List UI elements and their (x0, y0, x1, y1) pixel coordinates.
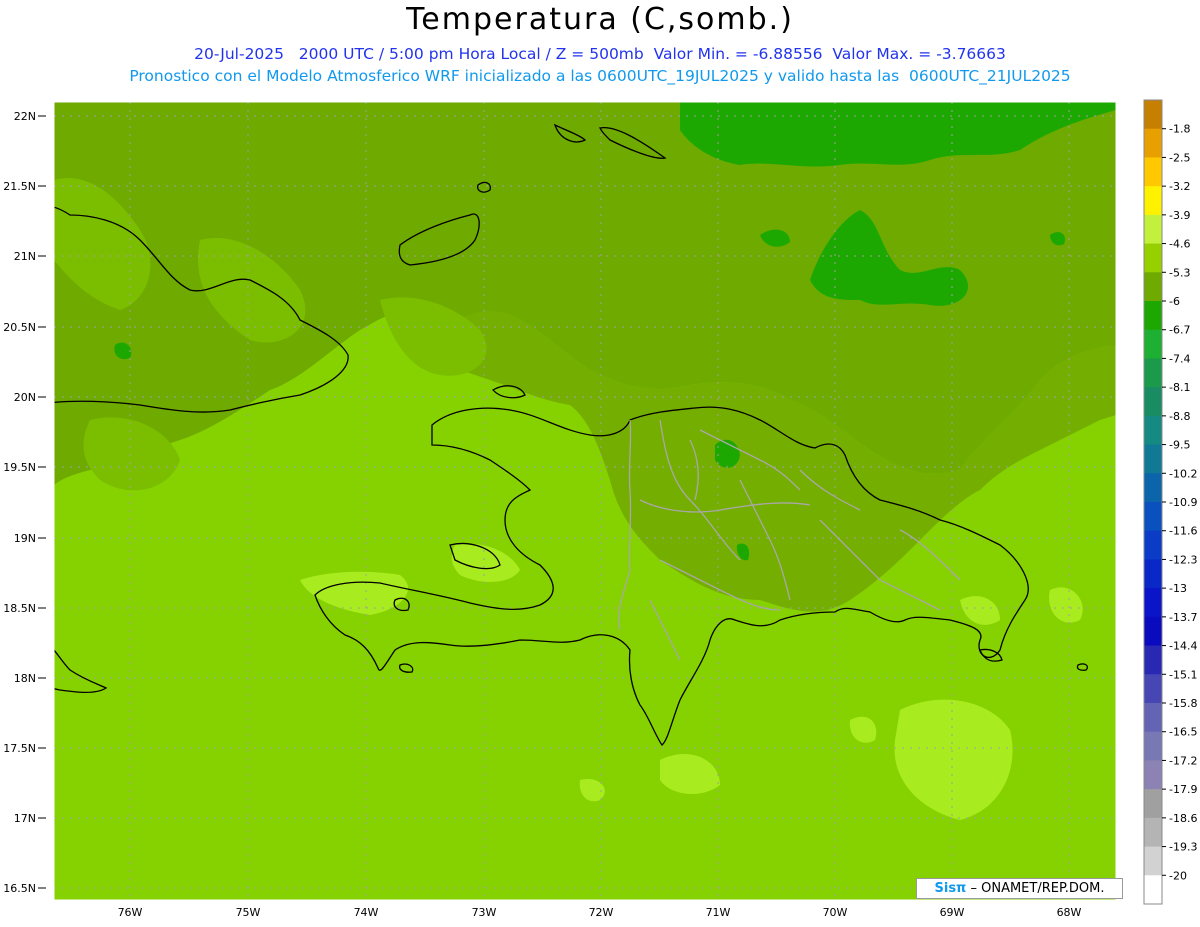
sispi-logo: Sisπ (934, 881, 967, 896)
legend-swatch (1144, 760, 1162, 790)
legend-swatch (1144, 243, 1162, 273)
legend-label: -9.5 (1169, 439, 1190, 452)
legend-swatch (1144, 674, 1162, 704)
legend-swatch (1144, 444, 1162, 474)
legend-label: -8.1 (1169, 381, 1190, 394)
legend-label: -8.8 (1169, 410, 1190, 423)
legend-swatch (1144, 415, 1162, 446)
legend-label: -13 (1169, 582, 1187, 595)
legend-swatch (1144, 100, 1162, 130)
legend-swatch (1144, 616, 1162, 647)
legend-label: -11.6 (1169, 525, 1197, 538)
legend-label: -4.6 (1169, 238, 1190, 251)
lon-tick-label: 76W (118, 906, 143, 919)
lon-tick-label: 74W (354, 906, 379, 919)
lat-tick-label: 17.5N (3, 742, 36, 755)
legend-label: -3.9 (1169, 209, 1190, 222)
legend-swatch (1144, 473, 1162, 503)
legend-label: -1.8 (1169, 123, 1190, 136)
legend-label: -17.9 (1169, 783, 1197, 796)
legend-label: -2.5 (1169, 151, 1190, 164)
legend-label: -13.7 (1169, 611, 1197, 624)
lon-tick-label: 73W (472, 906, 497, 919)
lat-tick-label: 18.5N (3, 602, 36, 615)
legend-swatch (1144, 301, 1162, 331)
legend-swatch (1144, 358, 1162, 388)
lat-tick-label: 17N (14, 812, 36, 825)
legend-label: -12.3 (1169, 553, 1197, 566)
legend-swatch (1144, 703, 1162, 733)
legend-label: -5.3 (1169, 266, 1190, 279)
legend-swatch (1144, 502, 1162, 532)
legend-swatch (1144, 530, 1162, 560)
lat-tick-label: 18N (14, 672, 36, 685)
legend-swatch (1144, 645, 1162, 675)
legend-label: -19.3 (1169, 841, 1197, 854)
legend-swatch (1144, 387, 1162, 417)
legend-swatch (1144, 731, 1162, 761)
credit-box: Sisπ – ONAMET/REP.DOM. (916, 878, 1123, 899)
lon-tick-label: 70W (823, 906, 848, 919)
legend-swatch (1144, 588, 1162, 618)
legend-swatch (1144, 559, 1162, 589)
lat-tick-label: 19.5N (3, 461, 36, 474)
legend-label: -18.6 (1169, 812, 1197, 825)
lat-tick-label: 20.5N (3, 321, 36, 334)
lon-tick-label: 75W (236, 906, 261, 919)
legend-swatch (1144, 272, 1162, 302)
lat-tick-label: 16.5N (3, 882, 36, 895)
legend-swatch (1144, 214, 1162, 245)
legend-swatch (1144, 329, 1162, 359)
lat-tick-label: 22N (14, 110, 36, 123)
legend-swatch (1144, 157, 1162, 187)
lon-tick-label: 72W (589, 906, 614, 919)
legend-label: -14.4 (1169, 640, 1197, 653)
lat-tick-label: 21.5N (3, 180, 36, 193)
temperature-map: 22N 21.5N 21N 20.5N 20N 19.5N 19N 18.5N … (3, 99, 1197, 919)
credit-text: – ONAMET/REP.DOM. (966, 881, 1105, 896)
legend-label: -10.2 (1169, 467, 1197, 480)
legend-label: -7.4 (1169, 352, 1190, 365)
legend-label: -6 (1169, 295, 1180, 308)
lon-tick-label: 68W (1057, 906, 1082, 919)
legend-swatch (1144, 186, 1162, 216)
legend-label: -10.9 (1169, 496, 1197, 509)
temperature-field (54, 102, 1116, 900)
legend-label: -15.1 (1169, 668, 1197, 681)
lat-tick-label: 19N (14, 532, 36, 545)
lon-tick-label: 71W (706, 906, 731, 919)
legend-swatch (1144, 875, 1162, 905)
color-legend: -1.8 -2.5 -3.2 -3.9 -4.6 -5.3 -6 -6.7 -7.4 -8.1 -8… (1143, 99, 1197, 905)
legend-label: -6.7 (1169, 324, 1190, 337)
legend-swatch (1144, 817, 1162, 848)
legend-label: -15.8 (1169, 697, 1197, 710)
lon-tick-label: 69W (940, 906, 965, 919)
legend-swatch (1144, 128, 1162, 158)
legend-swatch (1144, 789, 1162, 819)
legend-label: -17.2 (1169, 754, 1197, 767)
legend-label: -16.5 (1169, 726, 1197, 739)
legend-label: -20 (1169, 869, 1187, 882)
lat-tick-label: 20N (14, 391, 36, 404)
legend-label: -3.2 (1169, 180, 1190, 193)
legend-swatch (1144, 846, 1162, 876)
lat-tick-label: 21N (14, 250, 36, 263)
